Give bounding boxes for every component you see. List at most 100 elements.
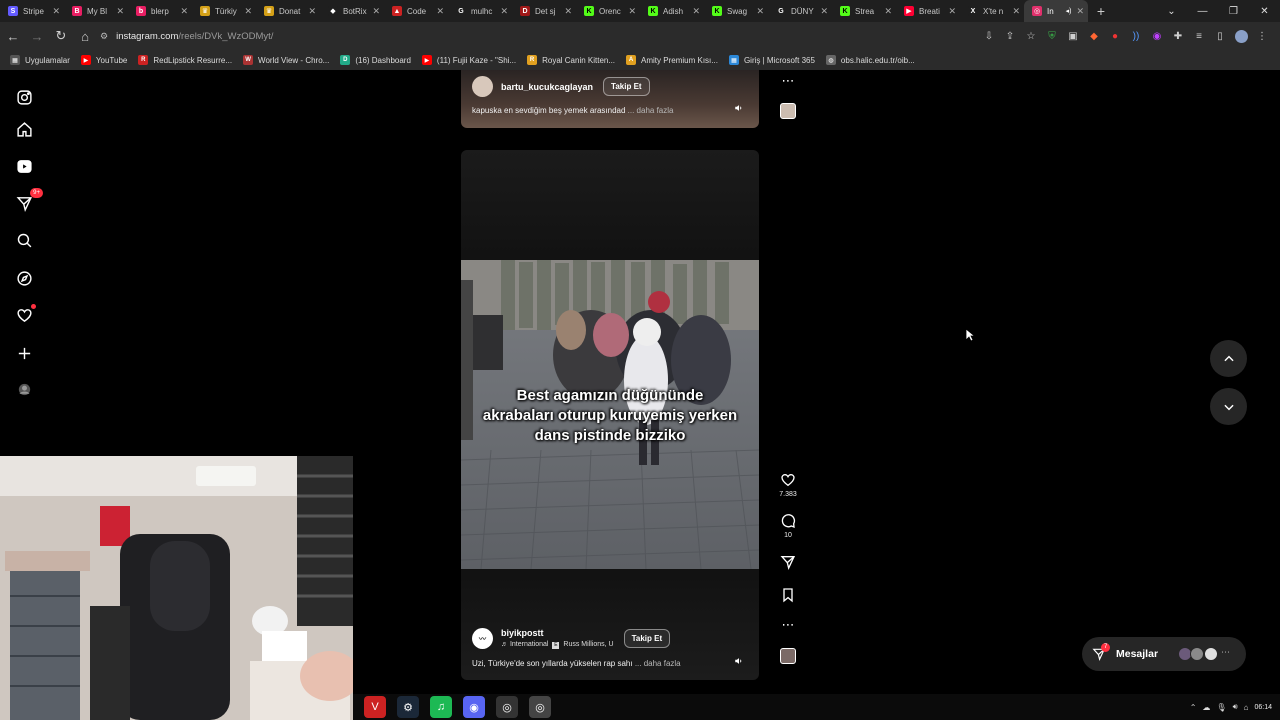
tray-chevron-icon[interactable]: ⌃ <box>1190 703 1197 712</box>
speaker-icon[interactable] <box>734 656 746 668</box>
chat-avatar[interactable] <box>1204 647 1218 661</box>
new-tab-button[interactable]: + <box>1088 3 1114 19</box>
bookmark-item[interactable]: ▦ Uygulamalar <box>10 55 70 65</box>
extension-orange-icon[interactable]: ◆ <box>1086 28 1102 44</box>
side-panel-icon[interactable]: ▯ <box>1212 28 1228 44</box>
extension-audio-icon[interactable]: )) <box>1128 28 1144 44</box>
audio-thumbnail[interactable] <box>780 103 796 119</box>
more-options-icon[interactable]: ⋯ <box>782 74 795 87</box>
close-tab-icon[interactable]: ✕ <box>500 6 508 17</box>
site-info-icon[interactable]: ⚙ <box>100 31 108 42</box>
browser-tab[interactable]: K Adish ✕ <box>640 0 704 22</box>
browser-tab[interactable]: ▲ Code ✕ <box>384 0 448 22</box>
reel-card-current[interactable]: Best agamızın düğününde akrabaları oturu… <box>461 150 759 680</box>
comment-button[interactable]: 10 <box>780 513 796 539</box>
follow-button[interactable]: Takip Et <box>623 629 671 648</box>
bookmark-star-icon[interactable]: ☆ <box>1023 28 1039 44</box>
browser-tab[interactable]: ♛ Donat ✕ <box>256 0 320 22</box>
more-link[interactable]: ... daha fazla <box>628 106 674 115</box>
more-chats-icon[interactable]: ⋯ <box>1221 647 1230 658</box>
close-tab-icon[interactable]: ✕ <box>308 6 316 17</box>
reading-list-icon[interactable]: ≡ <box>1191 28 1207 44</box>
reel-card-previous[interactable]: bartu_kucukcaglayan Takip Et kapuska en … <box>461 70 759 128</box>
close-tab-icon[interactable]: ✕ <box>1012 6 1020 17</box>
extension-gray-icon[interactable]: ▣ <box>1065 28 1081 44</box>
close-tab-icon[interactable]: ✕ <box>692 6 700 17</box>
bookmark-item[interactable]: R Royal Canin Kitten... <box>527 55 615 65</box>
close-tab-icon[interactable]: ✕ <box>564 6 572 17</box>
steam-icon[interactable]: ⚙ <box>397 696 419 718</box>
share-icon[interactable]: ⇪ <box>1002 28 1018 44</box>
chat-avatar[interactable] <box>1190 647 1204 661</box>
spotify-icon[interactable]: ♫ <box>430 696 452 718</box>
close-tab-icon[interactable]: ✕ <box>948 6 956 17</box>
tab-audio-icon[interactable]: ◂) <box>1066 7 1072 15</box>
more-link[interactable]: ... daha fazla <box>635 659 681 668</box>
voicemeeter-icon[interactable]: V <box>364 696 386 718</box>
browser-tab[interactable]: K Swag ✕ <box>704 0 768 22</box>
bookmark-item[interactable]: R RedLipstick Resurre... <box>138 55 232 65</box>
bookmark-item[interactable]: ▶ (11) Fujii Kaze - "Shi... <box>421 55 516 65</box>
reload-button[interactable]: ↻ <box>50 25 72 47</box>
browser-tab[interactable]: G DÜNY ✕ <box>768 0 832 22</box>
author-username[interactable]: bartu_kucukcaglayan <box>501 82 593 92</box>
close-tab-icon[interactable]: ✕ <box>116 6 124 17</box>
bookmark-item[interactable]: ▦ Giriş | Microsoft 365 <box>728 55 815 65</box>
author-avatar[interactable] <box>472 76 493 97</box>
obs-icon[interactable]: ◎ <box>496 696 518 718</box>
close-tab-icon[interactable]: ✕ <box>244 6 252 17</box>
bookmark-item[interactable]: A Amity Premium Kısı... <box>626 55 718 65</box>
extension-red-icon[interactable]: ● <box>1107 28 1123 44</box>
install-app-icon[interactable]: ⇩ <box>981 28 997 44</box>
forward-button[interactable]: → <box>26 25 48 47</box>
browser-tab[interactable]: b blerp ✕ <box>128 0 192 22</box>
next-reel-button[interactable] <box>1210 388 1247 425</box>
create-plus-icon[interactable] <box>15 344 33 362</box>
follow-button[interactable]: Takip Et <box>603 77 650 96</box>
audio-info[interactable]: ♬ International E Russ Millions, U <box>501 641 614 649</box>
browser-tab[interactable]: D Det sj ✕ <box>512 0 576 22</box>
close-tab-icon[interactable]: ✕ <box>1076 6 1084 17</box>
discord-icon[interactable]: ◉ <box>463 696 485 718</box>
save-button[interactable] <box>780 587 796 603</box>
clock[interactable]: 06:14 <box>1254 703 1272 712</box>
author-username[interactable]: biyikpostt <box>501 628 614 638</box>
messages-pill[interactable]: 7 Mesajlar ⋯ <box>1082 637 1246 671</box>
browser-tab[interactable]: X X'te n ✕ <box>960 0 1024 22</box>
back-button[interactable]: ← <box>2 25 24 47</box>
shield-extension-icon[interactable]: ⛨ <box>1044 28 1060 44</box>
volume-icon[interactable]: 🔊︎ <box>1233 702 1238 712</box>
close-tab-icon[interactable]: ✕ <box>820 6 828 17</box>
tab-search-icon[interactable]: ⌄ <box>1156 6 1187 17</box>
extensions-puzzle-icon[interactable]: ✚ <box>1170 28 1186 44</box>
close-tab-icon[interactable]: ✕ <box>52 6 60 17</box>
reel-video[interactable]: Best agamızın düğününde akrabaları oturu… <box>461 260 759 569</box>
browser-tab[interactable]: K Strea ✕ <box>832 0 896 22</box>
bookmark-item[interactable]: ▶ YouTube <box>80 55 127 65</box>
browser-tab[interactable]: ▶ Breati ✕ <box>896 0 960 22</box>
browser-tab[interactable]: B My Bl ✕ <box>64 0 128 22</box>
browser-tab[interactable]: ♛ Türkiy ✕ <box>192 0 256 22</box>
profile-avatar[interactable] <box>1233 28 1249 44</box>
restore-button[interactable]: ❐ <box>1218 6 1249 17</box>
notifications-heart-icon[interactable] <box>15 304 36 324</box>
minimize-button[interactable]: — <box>1187 6 1218 17</box>
bookmark-item[interactable]: W World View - Chro... <box>243 55 329 65</box>
close-tab-icon[interactable]: ✕ <box>436 6 444 17</box>
speaker-icon[interactable] <box>734 103 746 115</box>
like-button[interactable]: 7.383 <box>779 472 797 498</box>
author-avatar[interactable]: 〰 <box>472 628 493 649</box>
audio-thumbnail[interactable] <box>780 648 796 664</box>
previous-reel-button[interactable] <box>1210 340 1247 377</box>
browser-tab[interactable]: ◎ In ◂) ✕ <box>1024 0 1088 22</box>
search-icon[interactable] <box>15 231 33 249</box>
bookmark-item[interactable]: ◍ obs.halic.edu.tr/oib... <box>825 55 915 65</box>
more-options-icon[interactable]: ⋯ <box>782 618 795 631</box>
close-tab-icon[interactable]: ✕ <box>628 6 636 17</box>
close-tab-icon[interactable]: ✕ <box>180 6 188 17</box>
reels-icon[interactable] <box>15 157 33 175</box>
close-tab-icon[interactable]: ✕ <box>372 6 380 17</box>
close-tab-icon[interactable]: ✕ <box>884 6 892 17</box>
network-icon[interactable]: ⌂ <box>1244 703 1249 712</box>
share-button[interactable] <box>780 554 796 570</box>
